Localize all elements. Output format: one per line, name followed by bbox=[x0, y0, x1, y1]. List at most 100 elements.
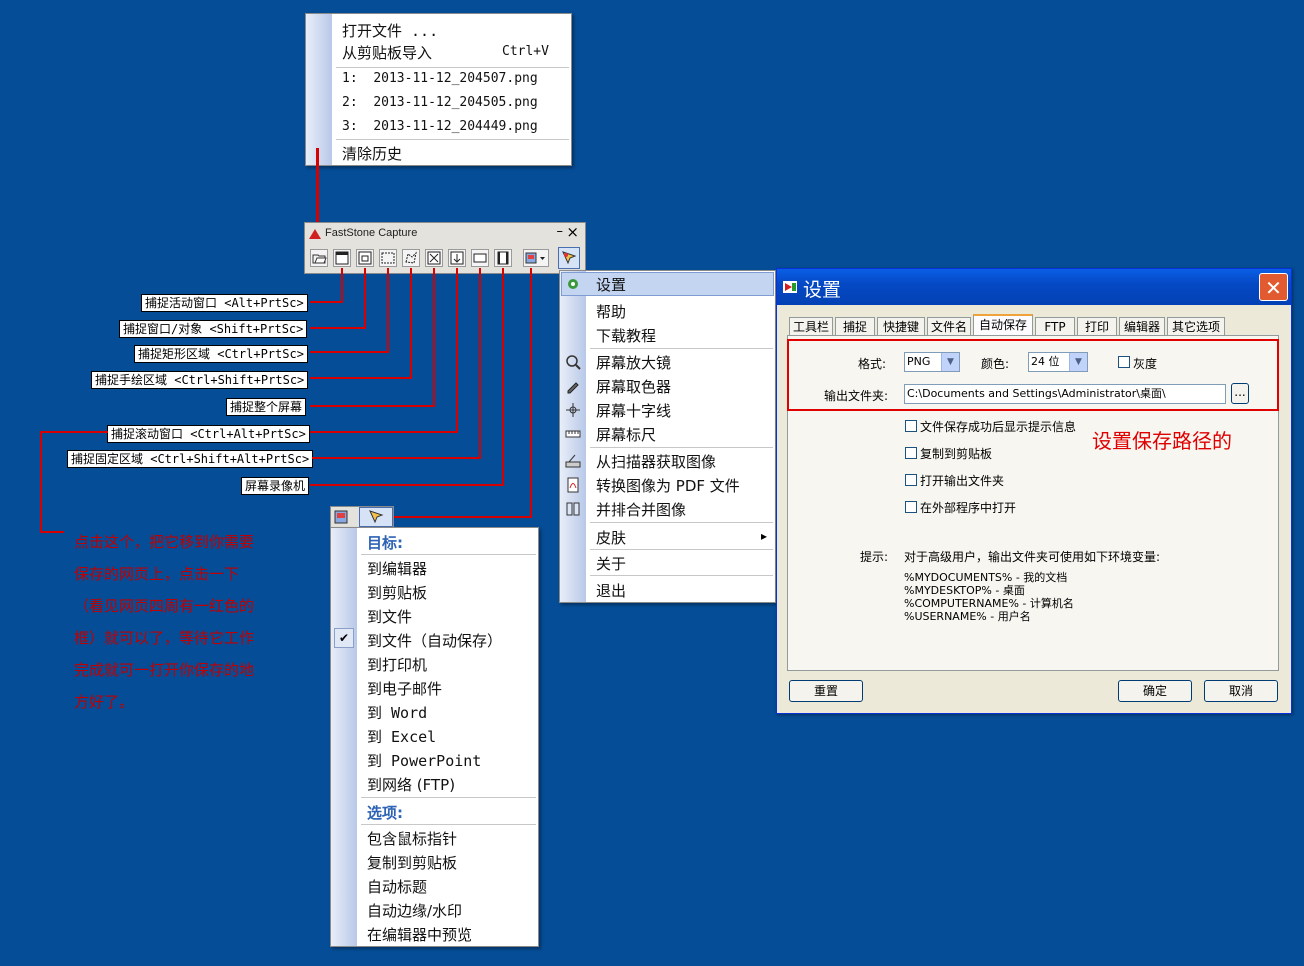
menu-item-scanner[interactable]: 从扫描器获取图像 bbox=[596, 451, 716, 472]
capture-object-icon[interactable] bbox=[356, 249, 374, 267]
show-notify-label: 文件保存成功后显示提示信息 bbox=[920, 420, 1077, 434]
menu-item-color-picker[interactable]: 屏幕取色器 bbox=[596, 376, 671, 397]
minimize-button[interactable]: – bbox=[557, 224, 564, 239]
option-auto-caption[interactable]: 自动标题 bbox=[367, 876, 427, 897]
menu-item-help[interactable]: 帮助 bbox=[596, 301, 626, 322]
pointer-line bbox=[316, 148, 319, 232]
menu-divider bbox=[590, 549, 773, 550]
menu-item-magnifier[interactable]: 屏幕放大镜 bbox=[596, 352, 671, 373]
menu-item-convert-pdf[interactable]: 转换图像为 PDF 文件 bbox=[596, 475, 740, 496]
capture-fullscreen-icon[interactable] bbox=[425, 249, 443, 267]
clear-history-item[interactable]: 清除历史 bbox=[342, 143, 402, 164]
tab-filename[interactable]: 文件名 bbox=[927, 317, 971, 335]
target-excel[interactable]: 到 Excel bbox=[367, 726, 436, 747]
copy-clipboard-checkbox[interactable] bbox=[905, 447, 917, 459]
capture-scroll-icon[interactable] bbox=[448, 249, 466, 267]
combine-icon bbox=[565, 501, 581, 521]
target-file[interactable]: 到文件 bbox=[367, 606, 412, 627]
recent-num: 2: bbox=[342, 95, 358, 110]
capture-freehand-icon[interactable] bbox=[402, 249, 420, 267]
menu-item-download-tutorial[interactable]: 下载教程 bbox=[596, 325, 656, 346]
capture-window-icon[interactable] bbox=[333, 249, 351, 267]
connector-line bbox=[392, 516, 532, 518]
menu-item-crosshair[interactable]: 屏幕十字线 bbox=[596, 400, 671, 421]
callout-capture-freehand: 捕捉手绘区域 <Ctrl+Shift+PrtSc> bbox=[91, 371, 309, 389]
annotation-line: 保存的网页上，点击一下 bbox=[74, 565, 240, 583]
open-folder-label: 打开输出文件夹 bbox=[920, 474, 1005, 488]
annotation-line: 完成就可一打开你保存的地 bbox=[74, 661, 255, 679]
settings-icon[interactable] bbox=[359, 507, 393, 527]
callout-capture-object: 捕捉窗口/对象 <Shift+PrtSc> bbox=[119, 320, 308, 338]
option-include-cursor[interactable]: 包含鼠标指针 bbox=[367, 828, 457, 849]
option-auto-edge-watermark[interactable]: 自动边缘/水印 bbox=[367, 900, 462, 921]
target-printer[interactable]: 到打印机 bbox=[367, 654, 427, 675]
callout-capture-window: 捕捉活动窗口 <Alt+PrtSc> bbox=[141, 294, 308, 312]
settings-icon[interactable] bbox=[558, 247, 580, 269]
connector-line bbox=[40, 431, 108, 433]
target-email[interactable]: 到电子邮件 bbox=[367, 678, 442, 699]
dialog-titlebar: 设置 ✕ bbox=[777, 269, 1291, 305]
tab-other-options[interactable]: 其它选项 bbox=[1167, 317, 1225, 335]
target-clipboard[interactable]: 到剪贴板 bbox=[367, 582, 427, 603]
callout-capture-rect: 捕捉矩形区域 <Ctrl+PrtSc> bbox=[134, 345, 308, 363]
menu-strip bbox=[331, 528, 357, 946]
menu-item-settings[interactable]: 设置 bbox=[596, 274, 626, 295]
eyedropper-icon bbox=[565, 378, 581, 398]
tab-toolbar[interactable]: 工具栏 bbox=[789, 317, 833, 335]
show-notify-checkbox[interactable] bbox=[905, 420, 917, 432]
annotation-line: 点击这个，把它移到你需要 bbox=[74, 533, 255, 551]
connector-line bbox=[40, 431, 42, 533]
dialog-close-button[interactable]: ✕ bbox=[1259, 273, 1288, 301]
tab-print[interactable]: 打印 bbox=[1077, 317, 1117, 335]
recent-file-3[interactable]: 3: 2013-11-12_204449.png bbox=[342, 119, 538, 134]
recent-file-2[interactable]: 2: 2013-11-12_204505.png bbox=[342, 95, 538, 110]
tab-ftp[interactable]: FTP bbox=[1035, 317, 1075, 335]
option-preview-editor[interactable]: 在编辑器中预览 bbox=[367, 924, 472, 945]
target-ftp[interactable]: 到网络 (FTP) bbox=[367, 774, 455, 795]
target-word[interactable]: 到 Word bbox=[367, 702, 427, 723]
copy-clipboard-label: 复制到剪贴板 bbox=[920, 447, 993, 461]
open-external-checkbox[interactable] bbox=[905, 501, 917, 513]
option-copy-clipboard[interactable]: 复制到剪贴板 bbox=[367, 852, 457, 873]
close-button[interactable]: × bbox=[566, 223, 579, 241]
output-icon[interactable] bbox=[523, 249, 549, 267]
connector-line bbox=[456, 268, 458, 433]
recent-file-1[interactable]: 1: 2013-11-12_204507.png bbox=[342, 71, 538, 86]
tab-autosave[interactable]: 自动保存 bbox=[973, 314, 1033, 336]
capture-fixed-icon[interactable] bbox=[471, 249, 489, 267]
menu-item-about[interactable]: 关于 bbox=[596, 553, 626, 574]
recent-num: 1: bbox=[342, 71, 358, 86]
output-icon[interactable] bbox=[334, 510, 348, 528]
menu-divider bbox=[336, 67, 569, 68]
menu-item-skin[interactable]: 皮肤 bbox=[596, 527, 626, 548]
output-button-group bbox=[330, 506, 394, 528]
target-editor[interactable]: 到编辑器 bbox=[367, 558, 427, 579]
open-folder-checkbox[interactable] bbox=[905, 474, 917, 486]
capture-rect-icon[interactable] bbox=[379, 249, 397, 267]
recent-name: 2013-11-12_204449.png bbox=[373, 119, 538, 134]
callout-capture-scroll: 捕捉滚动窗口 <Ctrl+Alt+PrtSc> bbox=[107, 425, 310, 443]
connector-line bbox=[364, 268, 366, 329]
menu-item-ruler[interactable]: 屏幕标尺 bbox=[596, 424, 656, 445]
tab-capture[interactable]: 捕捉 bbox=[835, 317, 875, 335]
cancel-button[interactable]: 取消 bbox=[1204, 680, 1278, 702]
target-powerpoint[interactable]: 到 PowerPoint bbox=[367, 750, 481, 771]
tab-hotkeys[interactable]: 快捷键 bbox=[877, 317, 925, 335]
annotation-line: （看见网页四周有一红色的 bbox=[74, 597, 255, 615]
env-var: %USERNAME% - 用户名 bbox=[904, 610, 1031, 623]
open-icon[interactable] bbox=[310, 249, 328, 267]
menu-item-highlight bbox=[561, 272, 774, 296]
tab-editor[interactable]: 编辑器 bbox=[1119, 317, 1165, 335]
menu-item-combine-images[interactable]: 并排合并图像 bbox=[596, 499, 686, 520]
target-file-autosave[interactable]: 到文件（自动保存） bbox=[367, 630, 502, 651]
connector-line bbox=[530, 268, 532, 518]
reset-button[interactable]: 重置 bbox=[789, 680, 863, 702]
annotation-line: 方好了。 bbox=[74, 693, 135, 711]
import-clipboard-item[interactable]: 从剪贴板导入 bbox=[342, 42, 432, 63]
app-logo-icon bbox=[782, 279, 798, 299]
screen-recorder-icon[interactable] bbox=[494, 249, 512, 267]
open-file-item[interactable]: 打开文件 ... bbox=[342, 20, 438, 41]
connector-line bbox=[310, 405, 435, 407]
ok-button[interactable]: 确定 bbox=[1118, 680, 1192, 702]
menu-item-exit[interactable]: 退出 bbox=[596, 580, 626, 601]
